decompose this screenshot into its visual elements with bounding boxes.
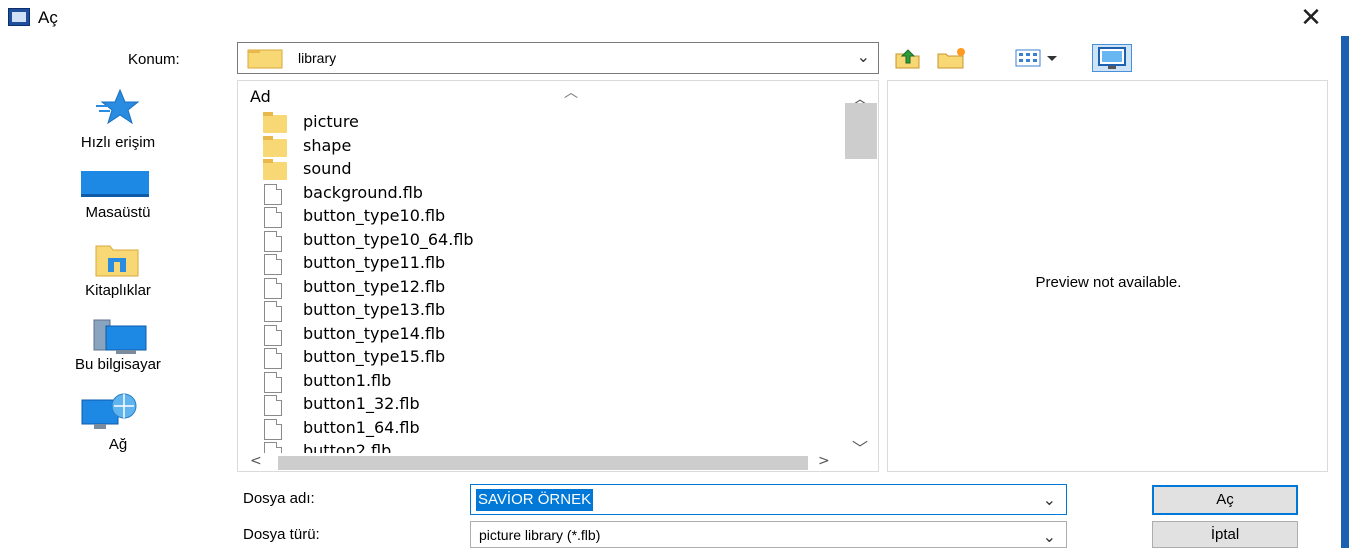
- preview-pane: Preview not available.: [887, 80, 1328, 472]
- file-name: button1_32.flb: [303, 394, 420, 413]
- place-label: Kitaplıklar: [85, 282, 151, 299]
- location-label: Konum:: [128, 51, 180, 68]
- places-bar: Hızlı erişim Masaüstü Kitaplıklar Bu bil…: [0, 80, 236, 472]
- network-icon: [81, 393, 137, 429]
- file-icon: [264, 371, 282, 393]
- horizontal-scrollbar[interactable]: < >: [238, 453, 842, 471]
- chevron-down-icon[interactable]: ⌄: [1043, 490, 1056, 509]
- list-item[interactable]: button_type14.flb: [238, 323, 838, 347]
- list-item[interactable]: button_type12.flb: [238, 276, 838, 300]
- filetype-select[interactable]: picture library (*.flb) ⌄: [470, 521, 1067, 548]
- location-combo[interactable]: library ⌄: [237, 42, 879, 74]
- view-menu-button[interactable]: [1013, 44, 1069, 72]
- list-item[interactable]: button1_64.flb: [238, 417, 838, 441]
- file-icon: [264, 395, 282, 416]
- place-network[interactable]: Ağ: [0, 388, 236, 462]
- file-name: button_type13.flb: [303, 300, 446, 319]
- preview-message: Preview not available.: [1035, 274, 1182, 291]
- preview-toggle-icon: [1098, 47, 1126, 69]
- place-label: Ağ: [108, 436, 128, 453]
- filename-value[interactable]: SAVİOR ÖRNEK: [476, 489, 594, 511]
- place-label: Hızlı erişim: [80, 134, 156, 151]
- cancel-button[interactable]: İptal: [1152, 521, 1298, 548]
- location-value: library: [298, 50, 337, 66]
- libraries-icon: [95, 245, 139, 277]
- up-folder-icon: [895, 49, 920, 69]
- file-name: shape: [303, 135, 352, 155]
- file-rows: picture shape sound background.flb butto…: [238, 111, 838, 464]
- folder-icon: [247, 49, 283, 69]
- list-item[interactable]: button_type11.flb: [238, 252, 838, 276]
- view-menu-icon: [1015, 49, 1057, 67]
- file-name: button_type15.flb: [303, 347, 446, 366]
- scroll-thumb[interactable]: [845, 103, 877, 159]
- list-item[interactable]: button1.flb: [238, 370, 838, 394]
- app-icon: [8, 8, 30, 26]
- scroll-right-icon[interactable]: >: [818, 453, 830, 469]
- open-button[interactable]: Aç: [1152, 485, 1298, 515]
- preview-toggle-button[interactable]: [1092, 44, 1132, 72]
- file-name: sound: [303, 159, 352, 178]
- file-name: picture: [303, 112, 359, 131]
- list-item[interactable]: background.flb: [238, 182, 838, 206]
- filename-input[interactable]: SAVİOR ÖRNEK ⌄: [470, 484, 1067, 515]
- file-icon: [264, 207, 282, 228]
- file-icon: [264, 324, 282, 346]
- new-folder-button[interactable]: [935, 44, 969, 72]
- place-label: Bu bilgisayar: [75, 356, 161, 373]
- sort-up-icon: ︿: [564, 85, 578, 101]
- list-item[interactable]: button1_32.flb: [238, 393, 838, 417]
- list-item[interactable]: button_type10.flb: [238, 205, 838, 229]
- file-name: button1.flb: [303, 370, 392, 390]
- place-quick-access[interactable]: Hızlı erişim: [0, 84, 236, 154]
- folder-icon: [263, 112, 287, 133]
- file-name: background.flb: [303, 182, 423, 202]
- filetype-value: picture library (*.flb): [479, 527, 601, 543]
- file-name: button_type14.flb: [303, 323, 446, 343]
- file-icon: [264, 418, 282, 440]
- place-this-pc[interactable]: Bu bilgisayar: [0, 314, 236, 378]
- vertical-scrollbar[interactable]: ︿ ﹀: [842, 81, 878, 458]
- folder-icon: [263, 135, 287, 157]
- star-icon: [96, 88, 140, 125]
- list-item[interactable]: picture: [238, 111, 838, 135]
- folder-icon: [263, 159, 287, 180]
- list-item[interactable]: button_type15.flb: [238, 346, 838, 370]
- window-edge: [1341, 36, 1349, 548]
- file-list[interactable]: ︿ Ad picture shape sound background.flb …: [237, 80, 879, 472]
- file-icon: [264, 254, 282, 275]
- window-title: Aç: [38, 8, 58, 27]
- scroll-thumb-horizontal[interactable]: [278, 456, 808, 470]
- place-desktop[interactable]: Masaüstü: [0, 166, 236, 230]
- scroll-left-icon[interactable]: <: [250, 453, 262, 469]
- file-name: button1_64.flb: [303, 417, 420, 437]
- list-item[interactable]: sound: [238, 158, 838, 182]
- file-name: button_type12.flb: [303, 276, 446, 296]
- file-icon: [264, 183, 282, 205]
- place-label: Masaüstü: [85, 204, 151, 221]
- list-item[interactable]: button_type10_64.flb: [238, 229, 838, 253]
- close-icon[interactable]: ✕: [1296, 4, 1326, 32]
- up-folder-button[interactable]: [893, 44, 923, 72]
- file-name: button_type10.flb: [303, 206, 446, 225]
- filename-label: Dosya adı:: [243, 490, 315, 507]
- chevron-down-icon[interactable]: ⌄: [857, 47, 870, 66]
- filetype-label: Dosya türü:: [243, 526, 320, 543]
- new-folder-icon: [937, 48, 965, 69]
- chevron-down-icon[interactable]: ⌄: [1043, 527, 1056, 546]
- file-icon: [264, 277, 282, 299]
- file-icon: [264, 230, 282, 252]
- place-libraries[interactable]: Kitaplıklar: [0, 240, 236, 304]
- list-item[interactable]: shape: [238, 135, 838, 159]
- file-icon: [264, 348, 282, 369]
- computer-icon: [93, 319, 147, 354]
- scroll-down-icon[interactable]: ﹀: [842, 435, 878, 459]
- file-name: button_type10_64.flb: [303, 229, 474, 249]
- file-icon: [264, 301, 282, 322]
- column-header-name[interactable]: Ad: [250, 87, 271, 106]
- file-name: button_type11.flb: [303, 253, 446, 272]
- title-bar: Aç ✕: [0, 0, 1349, 36]
- list-item[interactable]: button_type13.flb: [238, 299, 838, 323]
- desktop-icon: [81, 171, 149, 197]
